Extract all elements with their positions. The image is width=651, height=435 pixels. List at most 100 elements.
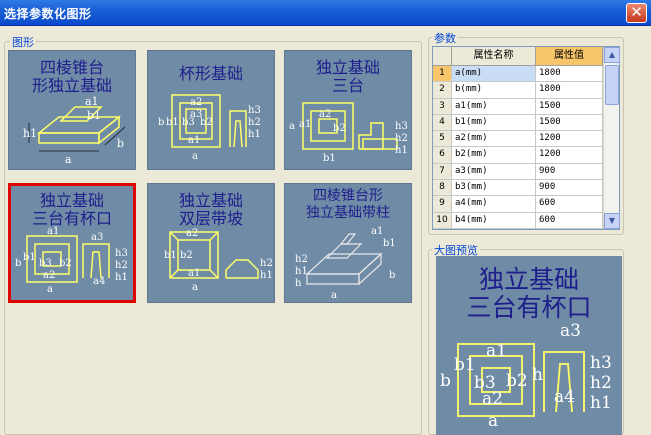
row-value[interactable]: 1500: [536, 114, 603, 132]
dim-b2: b2: [333, 123, 346, 134]
dim-a4: a4: [93, 276, 105, 287]
three-tier-cup-drawing: a1 a3 b1 b3 b2 h3 h2 h1 a2 a4 a b: [15, 226, 128, 295]
dim-h: h: [532, 365, 543, 385]
thumbnail-grid: 四棱锥台 形独立基础 a1 b1 h1 a b 杯形基础 a2 b3 b2 b …: [8, 50, 418, 320]
dim-a1: a1: [47, 226, 59, 237]
header-property-name[interactable]: 属性名称: [452, 47, 536, 66]
dim-a: a: [192, 282, 198, 293]
table-row[interactable]: 10 b4(mm) 600: [433, 212, 619, 229]
dim-b1: b1: [166, 117, 179, 128]
dim-b1: b1: [383, 238, 396, 249]
row-index: 8: [433, 180, 452, 197]
dim-h1: h1: [260, 270, 273, 281]
row-name: a1(mm): [452, 98, 536, 115]
table-row[interactable]: 1 a(mm) 1800: [433, 66, 619, 83]
row-value[interactable]: 600: [536, 196, 603, 213]
row-value[interactable]: 1500: [536, 98, 603, 115]
header-property-value[interactable]: 属性值: [536, 47, 603, 66]
row-value[interactable]: 1200: [536, 147, 603, 164]
dim-a3: a3: [560, 321, 581, 341]
header-index: [433, 47, 452, 66]
row-index: 9: [433, 196, 452, 213]
thumbnail-three-tier-cup-foundation[interactable]: 独立基础 三台有杯口 a1 a3 b1 b3 b2 h3 h2 h1 a2 a4…: [8, 183, 136, 303]
dim-h1: h1: [590, 393, 612, 413]
shapes-group-label: 图形: [10, 34, 36, 50]
dim-a3: a3: [190, 109, 202, 120]
window-title: 选择参数化图形: [4, 7, 92, 21]
dim-a3: a3: [91, 232, 103, 243]
row-name: b3(mm): [452, 180, 536, 197]
double-layer-drawing: a2 b2 b1 a1 a h2 h1: [164, 228, 273, 293]
thumbnail-three-tier-foundation[interactable]: 独立基础 三台 a b2 b1 a2 a1 h3 h2 h1: [284, 50, 412, 170]
row-value[interactable]: 900: [536, 180, 603, 197]
row-name: b(mm): [452, 82, 536, 99]
table-row[interactable]: 5 a2(mm) 1200: [433, 131, 619, 148]
row-name: a2(mm): [452, 131, 536, 148]
dim-b1: b1: [164, 250, 177, 261]
table-row[interactable]: 6 b2(mm) 1200: [433, 147, 619, 164]
dim-a1: a1: [299, 119, 311, 130]
row-index: 3: [433, 98, 452, 115]
row-value[interactable]: 1200: [536, 131, 603, 148]
dim-b3: b3: [39, 258, 52, 269]
thumbnail-pyramid-foundation-with-column[interactable]: 四棱锥台形 独立基础带柱 a1 b1 h2 h1 h a b: [284, 183, 412, 303]
dim-b2: b2: [59, 258, 72, 269]
dim-b1: b1: [323, 153, 336, 164]
dim-b1: b1: [454, 355, 476, 375]
table-row[interactable]: 4 b1(mm) 1500: [433, 114, 619, 132]
large-preview: 独立基础 三台有杯口 a1 b1 a3 b3 b2 h3 h2 h1 a2 a4…: [436, 256, 622, 435]
title-bar: 选择参数化图形 ✕: [0, 0, 651, 26]
table-scrollbar[interactable]: ▲ ▼: [603, 47, 620, 229]
scroll-up-icon[interactable]: ▲: [604, 47, 620, 63]
dim-h1: h1: [23, 127, 37, 140]
thumbnail-double-layer-slope-foundation[interactable]: 独立基础 双层带坡 a2 b2 b1 a1 a h2 h1: [147, 183, 275, 303]
dim-b: b: [117, 137, 124, 150]
preview-title-line2: 三台有杯口: [466, 293, 592, 322]
cup-drawing: a2 b3 b2 b b1 a3 h3 h2 h1 a1 a: [158, 94, 261, 162]
dim-a1: a1: [188, 135, 200, 146]
row-value[interactable]: 900: [536, 163, 603, 181]
dim-a4: a4: [554, 387, 575, 407]
row-index: 1: [433, 66, 452, 83]
dim-h3: h3: [248, 105, 261, 116]
dim-h: h: [295, 278, 302, 289]
pyramid-column-drawing: a1 b1 h2 h1 h a b: [295, 226, 396, 301]
thumbnail-pyramid-foundation[interactable]: 四棱锥台 形独立基础 a1 b1 h1 a b: [8, 50, 136, 170]
row-value[interactable]: 600: [536, 212, 603, 229]
dim-h3: h3: [115, 248, 128, 259]
row-index: 5: [433, 131, 452, 148]
dim-b: b: [158, 117, 164, 128]
dim-h3: h3: [590, 353, 612, 373]
thumbnail-cup-foundation[interactable]: 杯形基础 a2 b3 b2 b b1 a3 h3 h2 h1 a1 a: [147, 50, 275, 170]
row-value[interactable]: 1800: [536, 82, 603, 99]
row-name: b2(mm): [452, 147, 536, 164]
dim-b: b: [440, 371, 451, 391]
dim-a: a: [65, 153, 72, 166]
dim-b2: b2: [506, 371, 528, 391]
dim-a2: a2: [43, 270, 55, 281]
table-row[interactable]: 8 b3(mm) 900: [433, 180, 619, 197]
table-row[interactable]: 7 a3(mm) 900: [433, 163, 619, 181]
scroll-thumb[interactable]: [605, 65, 619, 105]
table-row[interactable]: 2 b(mm) 1800: [433, 82, 619, 99]
table-row[interactable]: 9 a4(mm) 600: [433, 196, 619, 213]
dim-a1: a1: [486, 341, 507, 361]
params-group-label: 参数: [432, 30, 458, 46]
dim-h1: h1: [295, 266, 308, 277]
dim-a: a: [192, 151, 198, 162]
dim-a: a: [289, 121, 295, 132]
dim-h2: h2: [115, 260, 128, 271]
dim-h3: h3: [395, 121, 408, 132]
dim-h2: h2: [395, 133, 408, 144]
row-value[interactable]: 1800: [536, 66, 603, 83]
dim-a1: a1: [371, 226, 383, 237]
row-index: 10: [433, 212, 452, 229]
scroll-down-icon[interactable]: ▼: [604, 213, 620, 229]
dim-h1: h1: [115, 272, 128, 283]
row-index: 7: [433, 163, 452, 181]
close-button[interactable]: ✕: [626, 3, 647, 23]
dim-h2: h2: [590, 373, 612, 393]
dim-b1: b1: [87, 109, 101, 122]
dim-a: a: [488, 411, 498, 431]
table-row[interactable]: 3 a1(mm) 1500: [433, 98, 619, 115]
